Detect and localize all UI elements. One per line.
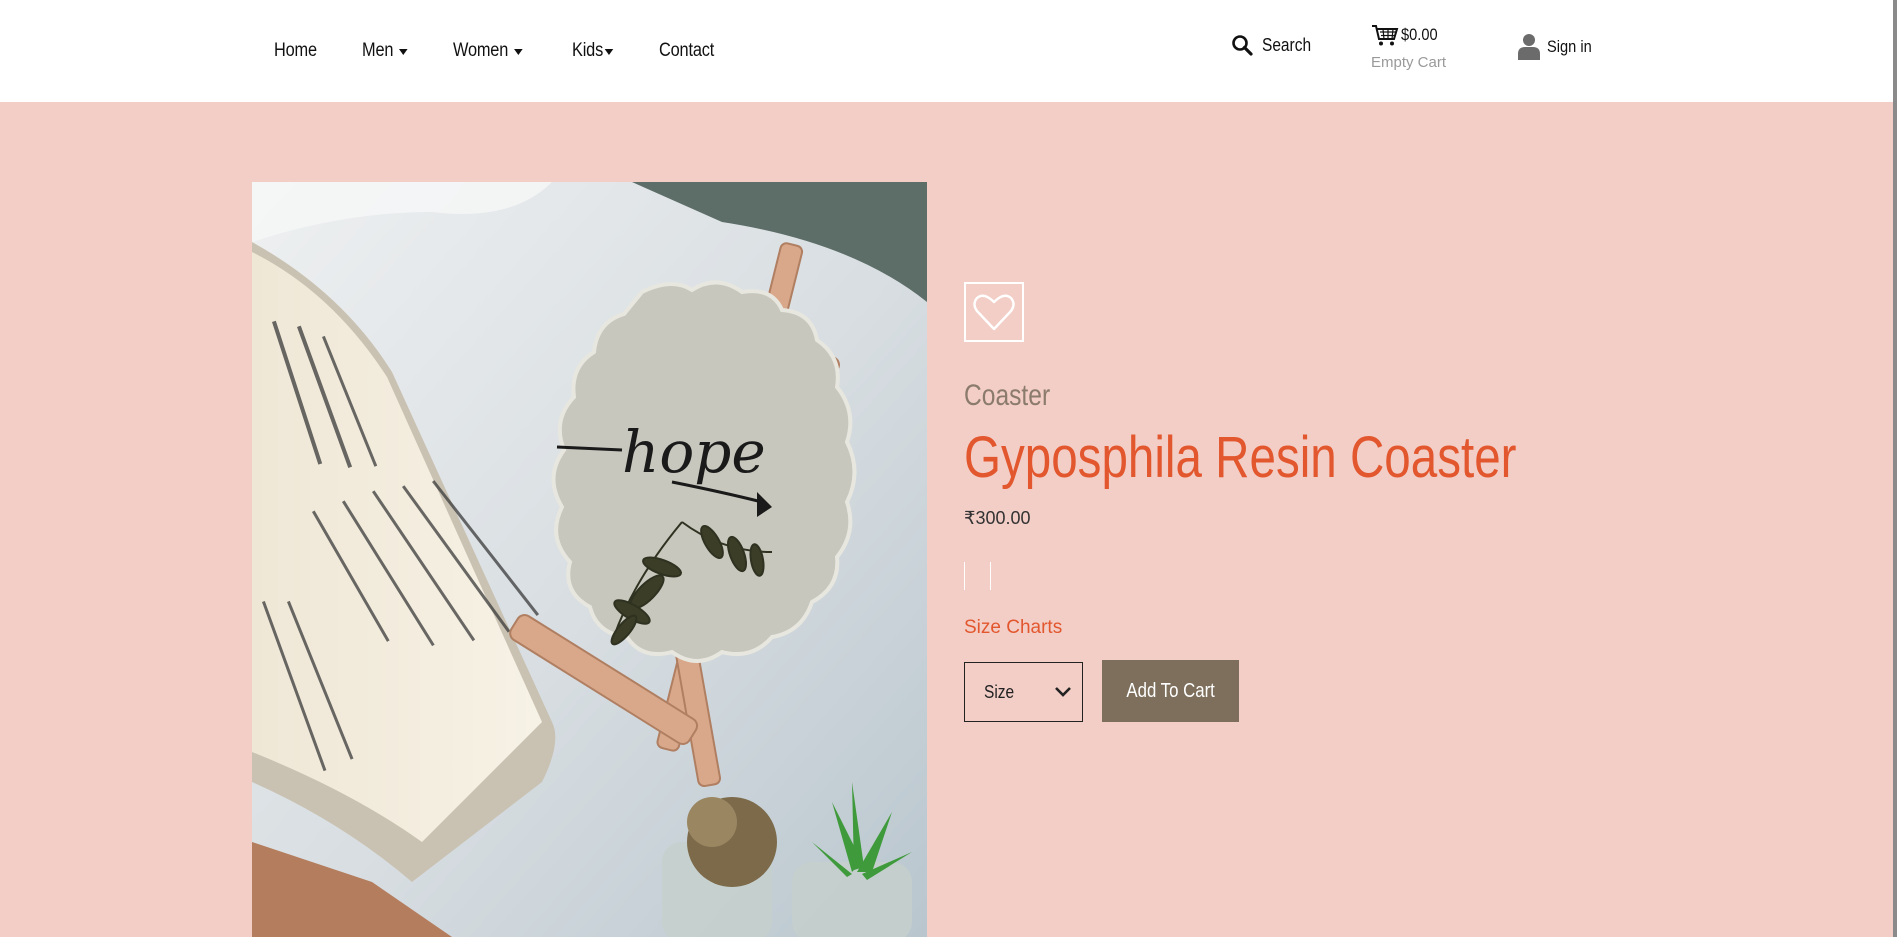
wishlist-button[interactable] (964, 282, 1024, 342)
search-button[interactable]: Search (1231, 34, 1319, 56)
product-category: Coaster (964, 379, 1051, 412)
nav-item-label: Home (274, 40, 317, 61)
chevron-down-icon (1055, 687, 1071, 697)
add-to-cart-label: Add To Cart (1126, 679, 1215, 702)
nav-item-contact[interactable]: Contact (659, 40, 714, 62)
scrollbar[interactable] (1893, 0, 1897, 937)
size-select-value: Size (984, 681, 1015, 702)
coaster-inscription: hope (622, 418, 766, 486)
user-icon (1518, 34, 1540, 60)
product-title: Gyposphila Resin Coaster (964, 425, 1517, 490)
nav-item-label: Men (361, 40, 394, 61)
nav-item-label: Women (453, 40, 509, 61)
caret-down-icon (514, 49, 524, 55)
heart-icon (973, 294, 1015, 331)
nav-item-women[interactable]: Women (453, 40, 524, 62)
product-price: ₹300.00 (964, 508, 1031, 528)
site-header: Home Men Women Kids Contact Search $0.00… (0, 0, 1897, 102)
nav-item-label: Kids (572, 40, 604, 61)
cart-button[interactable]: $0.00 Empty Cart (1371, 23, 1446, 71)
product-photo: hope (252, 182, 927, 937)
quantity-placeholder (964, 562, 992, 590)
size-select[interactable]: Size (964, 662, 1083, 722)
search-icon (1232, 35, 1253, 56)
nav-item-men[interactable]: Men (362, 40, 408, 62)
size-charts-link[interactable]: Size Charts (964, 617, 1062, 639)
cart-status: Empty Cart (1371, 54, 1447, 71)
cart-icon (1372, 25, 1399, 46)
caret-down-icon (605, 49, 614, 55)
product-image: hope (252, 182, 927, 937)
sign-in-link[interactable]: Sign in (1517, 33, 1599, 60)
cart-amount: $0.00 (1401, 25, 1438, 44)
add-to-cart-button[interactable]: Add To Cart (1102, 660, 1239, 722)
search-label: Search (1262, 34, 1312, 55)
sign-in-label: Sign in (1547, 36, 1592, 56)
main-nav: Home Men Women Kids Contact (274, 0, 761, 102)
nav-item-kids[interactable]: Kids (572, 40, 614, 62)
nav-item-home[interactable]: Home (274, 40, 317, 62)
caret-down-icon (399, 49, 408, 55)
nav-item-label: Contact (658, 40, 714, 61)
